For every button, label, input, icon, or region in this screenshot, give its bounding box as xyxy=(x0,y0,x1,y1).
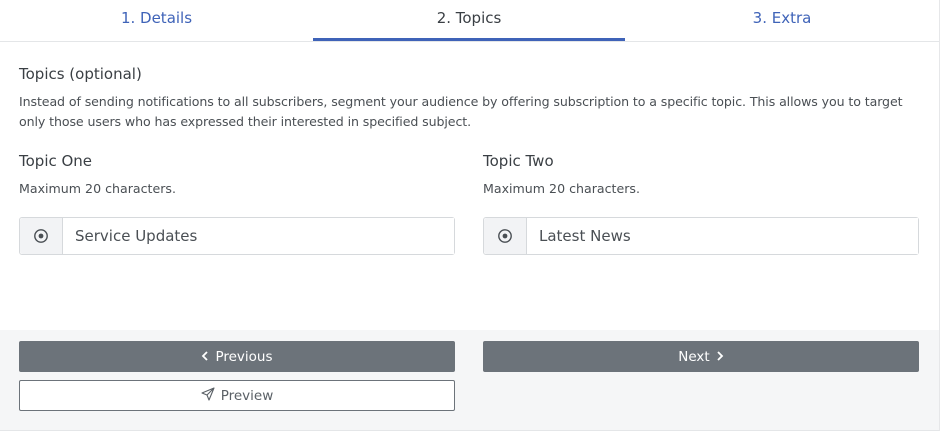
topic-one-help: Maximum 20 characters. xyxy=(19,181,176,196)
topics-step-panel: 1. Details 2. Topics 3. Extra Topics (op… xyxy=(0,0,940,431)
topic-two-group: Topic Two Maximum 20 characters. xyxy=(483,152,919,255)
next-button[interactable]: Next xyxy=(483,341,919,372)
topic-two-help: Maximum 20 characters. xyxy=(483,181,640,196)
topic-one-input-group xyxy=(19,217,455,255)
tab-topics[interactable]: 2. Topics xyxy=(313,0,625,41)
section-title: Topics (optional) xyxy=(19,65,142,83)
preview-button-label: Preview xyxy=(220,387,274,404)
chevron-right-icon xyxy=(716,349,724,365)
topic-two-input[interactable] xyxy=(527,218,918,254)
step-tabs: 1. Details 2. Topics 3. Extra xyxy=(0,0,939,42)
target-icon xyxy=(20,218,63,254)
tab-details[interactable]: 1. Details xyxy=(0,0,313,41)
topics-content: Topics (optional) Instead of sending not… xyxy=(0,65,939,262)
section-description: Instead of sending notifications to all … xyxy=(19,94,903,129)
previous-button[interactable]: Previous xyxy=(19,341,455,372)
chevron-left-icon xyxy=(201,349,209,365)
send-icon xyxy=(201,386,215,405)
next-button-label: Next xyxy=(678,348,710,365)
topic-one-input[interactable] xyxy=(63,218,454,254)
topic-two-input-group xyxy=(483,217,919,255)
topic-two-label: Topic Two xyxy=(483,152,554,170)
target-icon xyxy=(484,218,527,254)
preview-button[interactable]: Preview xyxy=(19,380,455,411)
footer-actions: Previous Next Preview xyxy=(0,330,939,431)
topics-row: Topic One Maximum 20 characters. Topic T… xyxy=(19,152,920,262)
topic-one-label: Topic One xyxy=(19,152,93,170)
previous-button-label: Previous xyxy=(215,348,273,365)
tab-extra[interactable]: 3. Extra xyxy=(625,0,939,41)
topic-one-group: Topic One Maximum 20 characters. xyxy=(19,152,455,255)
